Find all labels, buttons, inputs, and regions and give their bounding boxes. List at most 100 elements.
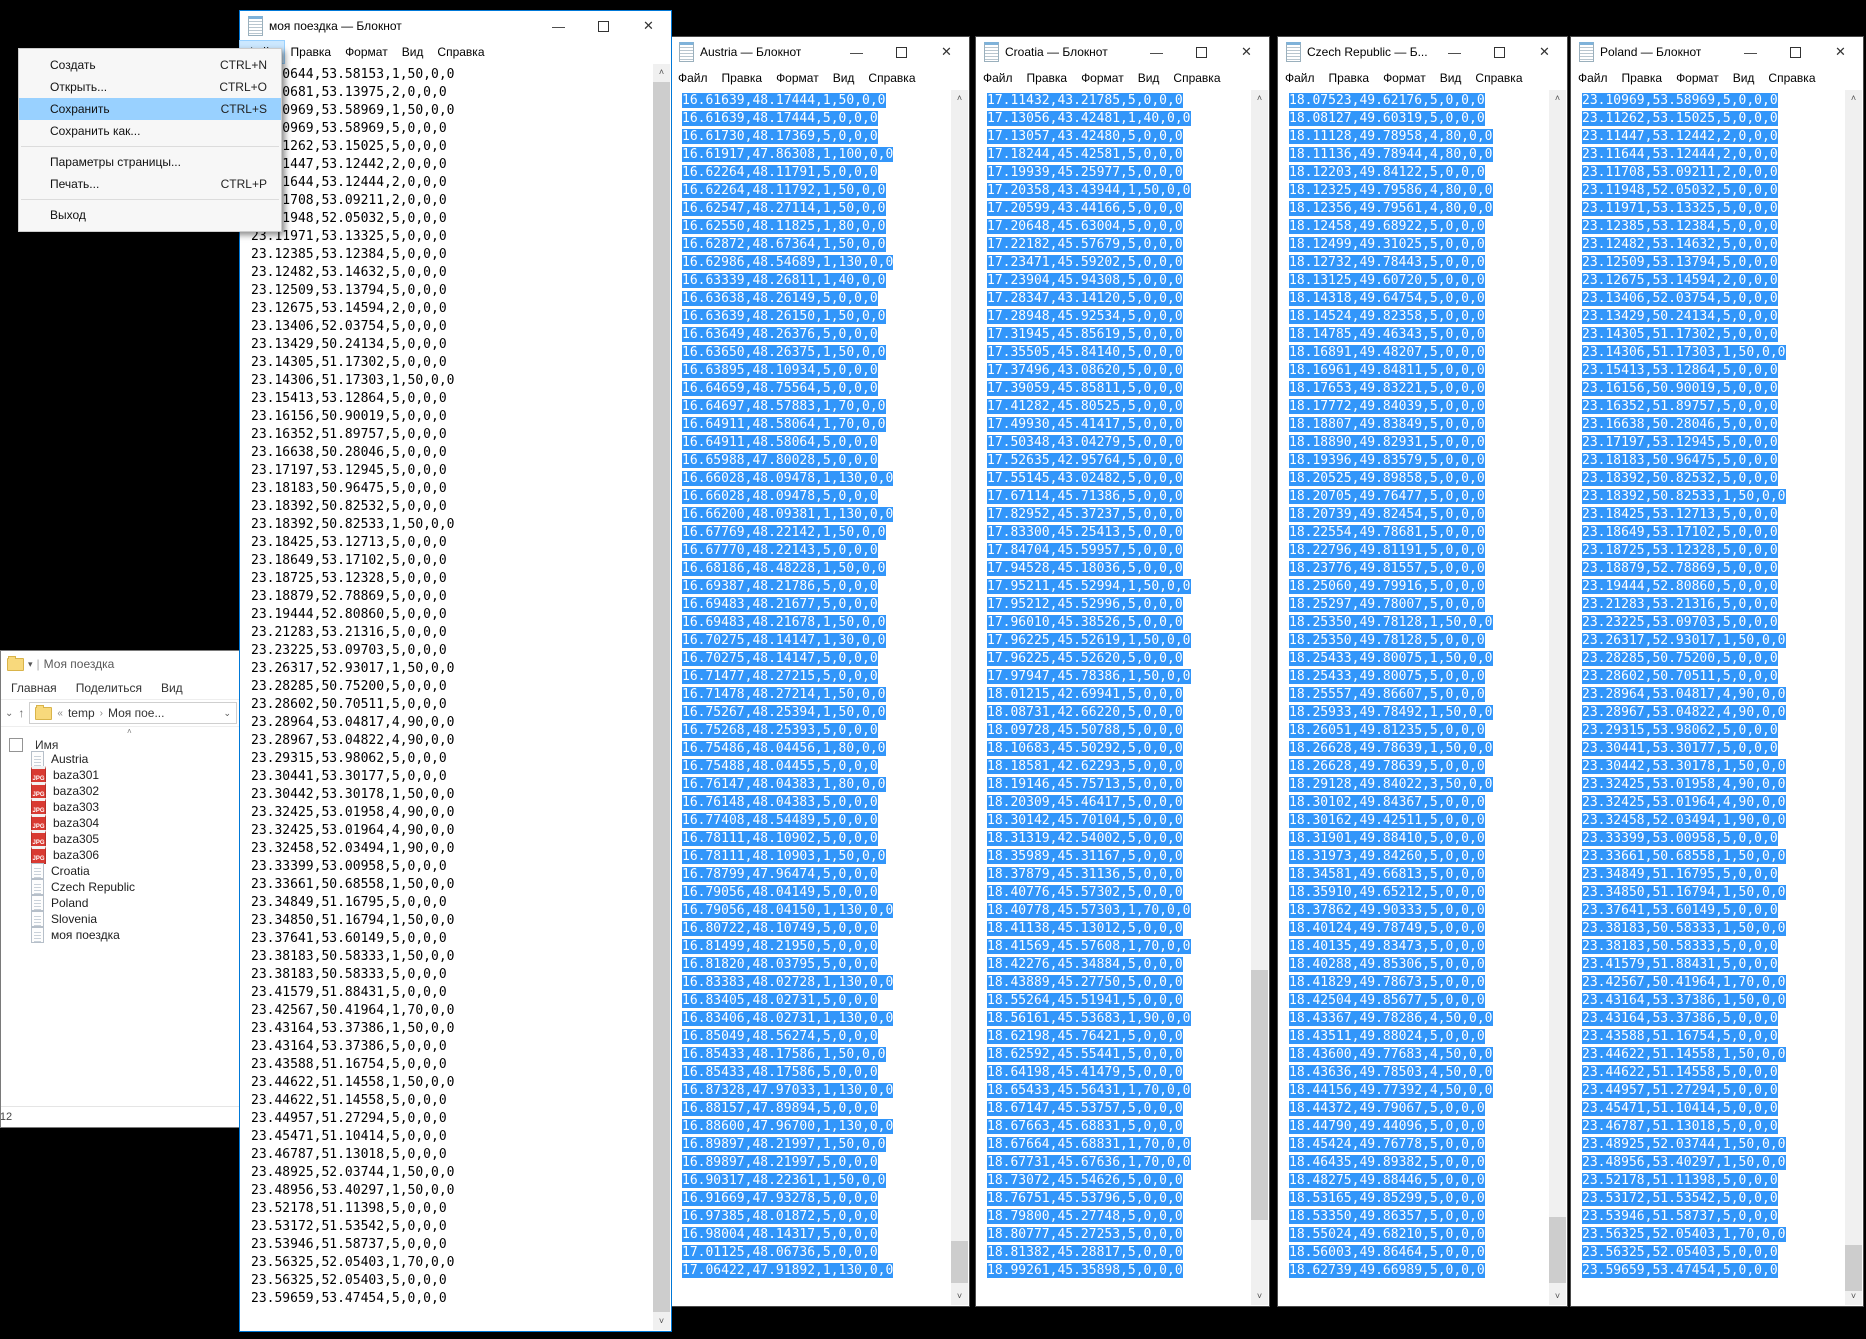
close-button[interactable]: ✕ [626,11,671,41]
menubar-item-1[interactable]: Правка [715,67,770,89]
select-all-checkbox[interactable] [9,738,23,752]
menu-item-exit[interactable]: Выход [19,204,281,226]
minimize-button[interactable]: — [1134,37,1179,67]
file-row[interactable]: JPGbaza305 [1,831,241,847]
menubar-item-1[interactable]: Правка [1615,67,1670,89]
text-editor[interactable]: 18.07523,49.62176,5,0,0,018.08127,49.603… [1279,90,1549,1305]
scroll-up-icon[interactable]: ˄ [1549,90,1566,107]
close-button[interactable]: ✕ [1224,37,1269,67]
menubar-item-4[interactable]: Справка [861,67,922,89]
menubar-item-4[interactable]: Справка [1166,67,1227,89]
menubar-item-2[interactable]: Формат [769,67,826,89]
explorer-titlebar[interactable]: ▾ | Моя поездка [1,651,241,677]
nav-chevron-icon[interactable]: ⌄ [5,708,13,719]
scroll-down-icon[interactable]: ˅ [951,1288,968,1305]
menubar-item-1[interactable]: Правка [284,41,339,63]
scroll-down-icon[interactable]: ˅ [1549,1288,1566,1305]
menu-item-save-as[interactable]: Сохранить как... [19,120,281,142]
column-header-name[interactable]: Имя [35,738,58,752]
breadcrumb-segment-temp[interactable]: temp [68,706,95,720]
close-button[interactable]: ✕ [1818,37,1863,67]
file-row[interactable]: JPGbaza301 [1,767,241,783]
scroll-up-icon[interactable]: ˄ [951,90,968,107]
file-row[interactable]: JPGbaza303 [1,799,241,815]
breadcrumb-segment-current[interactable]: Моя пое... [108,706,164,720]
tab-share[interactable]: Поделиться [76,681,142,695]
scroll-up-icon[interactable]: ˄ [653,64,670,81]
scrollbar-thumb[interactable] [1549,1217,1566,1283]
quick-access-chevron-icon[interactable]: ▾ [28,659,33,670]
menu-item-open[interactable]: Открыть...CTRL+O [19,76,281,98]
sort-ascending-icon[interactable]: ˄ [127,727,132,736]
window-titlebar[interactable]: Croatia — Блокнот — ✕ [976,37,1269,67]
file-row[interactable]: JPGbaza304 [1,815,241,831]
address-dropdown-icon[interactable]: ⌄ [223,708,231,719]
menubar-item-4[interactable]: Справка [1468,67,1529,89]
window-titlebar[interactable]: Poland — Блокнот — ✕ [1571,37,1863,67]
vertical-scrollbar[interactable]: ˄ ˅ [653,64,670,1330]
menubar-item-0[interactable]: Файл [1278,67,1322,89]
file-row[interactable]: Czech Republic [1,879,241,895]
menubar-item-2[interactable]: Формат [1074,67,1131,89]
window-titlebar[interactable]: моя поездка — Блокнот — ✕ [240,11,671,41]
scrollbar-thumb[interactable] [653,82,670,1312]
maximize-button[interactable] [1773,37,1818,67]
scroll-down-icon[interactable]: ˅ [653,1313,670,1330]
scroll-down-icon[interactable]: ˅ [1251,1288,1268,1305]
scrollbar-thumb[interactable] [1251,970,1268,1220]
menubar-item-0[interactable]: Файл [671,67,715,89]
file-row[interactable]: Slovenia [1,911,241,927]
menubar-item-0[interactable]: Файл [1571,67,1615,89]
menubar-item-3[interactable]: Вид [826,67,862,89]
scroll-up-icon[interactable]: ˄ [1845,90,1862,107]
tab-view[interactable]: Вид [161,681,183,695]
menubar-item-4[interactable]: Справка [430,41,491,63]
text-editor[interactable]: 17.11432,43.21785,5,0,0,017.13056,43.424… [977,90,1251,1305]
maximize-button[interactable] [581,11,626,41]
menu-item-print[interactable]: Печать...CTRL+P [19,173,281,195]
vertical-scrollbar[interactable]: ˄ ˅ [1251,90,1268,1305]
up-arrow-icon[interactable]: ↑ [18,706,24,720]
window-titlebar[interactable]: Austria — Блокнот — ✕ [671,37,969,67]
menubar-item-3[interactable]: Вид [1433,67,1469,89]
menu-item-save[interactable]: СохранитьCTRL+S [19,98,281,120]
menu-item-create[interactable]: СоздатьCTRL+N [19,54,281,76]
minimize-button[interactable]: — [834,37,879,67]
vertical-scrollbar[interactable]: ˄ ˅ [951,90,968,1305]
minimize-button[interactable]: — [536,11,581,41]
menubar-item-2[interactable]: Формат [1669,67,1726,89]
scrollbar-thumb[interactable] [1845,1245,1862,1291]
file-row[interactable]: моя поездка [1,927,241,943]
text-editor[interactable]: 16.61639,48.17444,1,50,0,016.61639,48.17… [672,90,951,1305]
close-button[interactable]: ✕ [924,37,969,67]
scroll-up-icon[interactable]: ˄ [1251,90,1268,107]
menubar-item-2[interactable]: Формат [1376,67,1433,89]
text-editor[interactable]: 23.10969,53.58969,5,0,0,023.11262,53.150… [1572,90,1845,1305]
maximize-button[interactable] [1179,37,1224,67]
minimize-button[interactable]: — [1432,37,1477,67]
maximize-button[interactable] [1477,37,1522,67]
close-button[interactable]: ✕ [1522,37,1567,67]
menubar-item-4[interactable]: Справка [1761,67,1822,89]
menubar-item-1[interactable]: Правка [1020,67,1075,89]
minimize-button[interactable]: — [1728,37,1773,67]
vertical-scrollbar[interactable]: ˄ ˅ [1549,90,1566,1305]
tab-home[interactable]: Главная [11,681,57,695]
file-row[interactable]: JPGbaza302 [1,783,241,799]
menubar-item-3[interactable]: Вид [1131,67,1167,89]
menubar-item-1[interactable]: Правка [1322,67,1377,89]
window-titlebar[interactable]: Czech Republic — Б... — ✕ [1278,37,1567,67]
file-row[interactable]: Croatia [1,863,241,879]
menubar-item-3[interactable]: Вид [395,41,431,63]
maximize-button[interactable] [879,37,924,67]
scrollbar-thumb[interactable] [951,1241,968,1283]
file-row[interactable]: JPGbaza306 [1,847,241,863]
file-row[interactable]: Poland [1,895,241,911]
menubar-item-0[interactable]: Файл [976,67,1020,89]
file-row[interactable]: Austria [1,751,241,767]
text-editor[interactable]: 23.10644,53.58153,1,50,0,023.10681,53.13… [241,64,653,1330]
scroll-down-icon[interactable]: ˅ [1845,1288,1862,1305]
menubar-item-3[interactable]: Вид [1726,67,1762,89]
vertical-scrollbar[interactable]: ˄ ˅ [1845,90,1862,1305]
menu-item-page-setup[interactable]: Параметры страницы... [19,151,281,173]
